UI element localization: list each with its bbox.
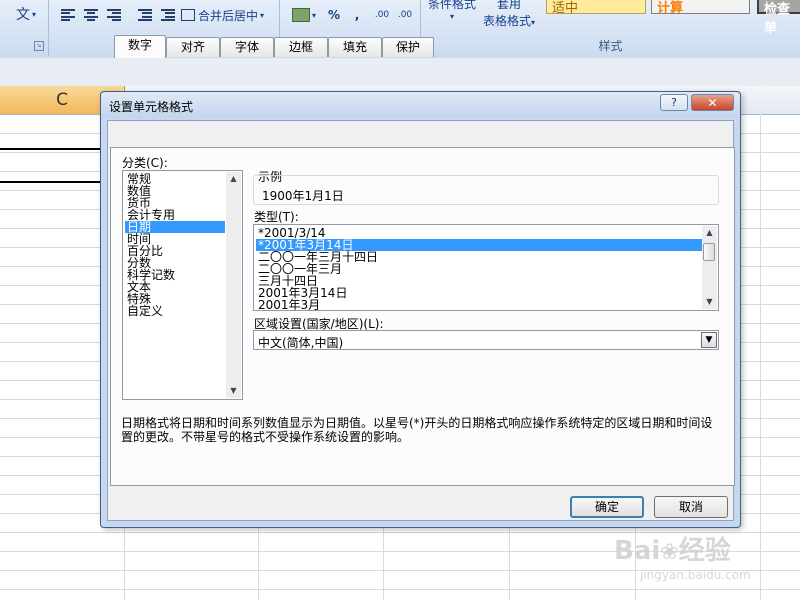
align-center-button[interactable] bbox=[79, 4, 103, 26]
merge-center-button[interactable]: 合并后居中 ▾ bbox=[180, 4, 276, 26]
help-button[interactable]: ? bbox=[660, 94, 688, 111]
style-check[interactable]: 检查单 bbox=[757, 0, 800, 36]
tab-alignment[interactable]: 对齐 bbox=[166, 37, 220, 57]
watermark-logo: Bai❀经验 bbox=[614, 536, 731, 566]
formula-bar-area bbox=[0, 58, 800, 86]
scroll-down-icon[interactable]: ▼ bbox=[226, 384, 241, 398]
font-launcher-icon[interactable]: ↘ bbox=[34, 41, 44, 51]
styles-group-label: 样式 bbox=[598, 39, 623, 53]
align-center-icon bbox=[84, 9, 98, 21]
accounting-format-button[interactable]: ▾ bbox=[286, 4, 322, 26]
conditional-format-button[interactable]: 条件格式 ▾ bbox=[426, 0, 478, 21]
style-calc[interactable]: 计算 bbox=[651, 0, 750, 16]
scroll-up-icon[interactable]: ▲ bbox=[702, 226, 717, 240]
align-left-button[interactable] bbox=[56, 4, 80, 26]
dropdown-arrow-icon[interactable]: ▼ bbox=[701, 332, 717, 348]
currency-icon bbox=[291, 8, 310, 22]
tab-border[interactable]: 边框 bbox=[274, 37, 328, 57]
conditional-format-label: 条件格式 bbox=[427, 0, 476, 11]
category-label: 分类(C): bbox=[122, 156, 168, 170]
merge-icon bbox=[181, 9, 195, 21]
styles-group: 条件格式 ▾ 套用 表格格式▾ 适中 计算 检查单 样式 bbox=[421, 0, 800, 56]
scroll-up-icon[interactable]: ▲ bbox=[226, 172, 241, 186]
table-format-button[interactable]: 套用 表格格式▾ bbox=[479, 0, 539, 29]
align-right-icon bbox=[107, 9, 121, 21]
phonetic-label: 文 bbox=[15, 7, 30, 23]
style-neutral[interactable]: 适中 bbox=[546, 0, 646, 16]
increase-indent-icon bbox=[161, 9, 175, 21]
cell-border bbox=[0, 148, 104, 150]
locale-value: 中文(简体,中国) bbox=[258, 336, 344, 350]
list-item[interactable]: 自定义 bbox=[125, 305, 165, 317]
apply-label: 套用 bbox=[496, 0, 521, 11]
sample-value: 1900年1月1日 bbox=[262, 189, 344, 203]
dialog-titlebar[interactable]: 设置单元格格式 ? ✕ bbox=[101, 92, 740, 118]
percent-button[interactable]: % bbox=[322, 4, 346, 26]
watermark-brand: Bai bbox=[614, 536, 661, 566]
increase-indent-button[interactable] bbox=[156, 4, 180, 26]
font-group: 文 ▾ ↘ bbox=[0, 0, 49, 56]
phonetic-button[interactable]: 文 ▾ bbox=[8, 3, 44, 25]
category-scrollbar[interactable]: ▲ ▼ bbox=[226, 172, 241, 398]
decrease-indent-icon bbox=[138, 9, 152, 21]
tab-fill[interactable]: 填充 bbox=[328, 37, 382, 57]
list-item[interactable]: 2001年3月 bbox=[256, 299, 322, 310]
cell-border bbox=[0, 181, 104, 183]
align-right-button[interactable] bbox=[102, 4, 126, 26]
type-scrollbar[interactable]: ▲ ▼ bbox=[702, 226, 717, 309]
close-button[interactable]: ✕ bbox=[691, 94, 734, 111]
category-list[interactable]: 常规 数值 货币 会计专用 日期 时间 百分比 分数 科学记数 文本 特殊 自定… bbox=[122, 170, 243, 400]
ok-button[interactable]: 确定 bbox=[570, 496, 644, 518]
scroll-down-icon[interactable]: ▼ bbox=[702, 295, 717, 309]
comma-button[interactable]: , bbox=[346, 4, 368, 26]
merge-center-label: 合并后居中 bbox=[198, 8, 259, 23]
align-left-icon bbox=[61, 9, 75, 21]
gridline bbox=[760, 114, 761, 600]
locale-select[interactable]: 中文(简体,中国) ▼ bbox=[253, 330, 719, 350]
scroll-thumb[interactable] bbox=[703, 243, 715, 261]
table-format-label: 表格格式 bbox=[482, 14, 531, 28]
decrease-decimal-button[interactable]: .00 bbox=[393, 4, 417, 26]
tab-protection[interactable]: 保护 bbox=[382, 37, 434, 57]
format-description: 日期格式将日期和时间系列数值显示为日期值。以星号(*)开头的日期格式响应操作系统… bbox=[121, 416, 713, 444]
watermark-brand2: 经验 bbox=[678, 536, 731, 566]
decrease-indent-button[interactable] bbox=[133, 4, 157, 26]
tab-font[interactable]: 字体 bbox=[220, 37, 274, 57]
type-list[interactable]: *2001/3/14 *2001年3月14日 二〇〇一年三月十四日 二〇〇一年三… bbox=[253, 224, 719, 311]
tab-number[interactable]: 数字 bbox=[114, 35, 166, 58]
type-label: 类型(T): bbox=[254, 210, 299, 224]
watermark-url: jingyan.baidu.com bbox=[640, 568, 751, 582]
dialog-title: 设置单元格格式 bbox=[109, 100, 194, 114]
cancel-button[interactable]: 取消 bbox=[654, 496, 728, 518]
increase-decimal-button[interactable]: .00 bbox=[370, 4, 394, 26]
